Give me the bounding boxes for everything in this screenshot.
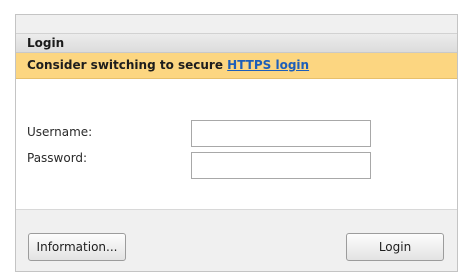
- password-field[interactable]: [191, 152, 371, 179]
- password-label: Password:: [27, 151, 88, 165]
- notice-text: Consider switching to secure: [27, 58, 223, 72]
- https-notice-banner: Consider switching to secure HTTPS login: [16, 53, 457, 79]
- username-field[interactable]: [191, 120, 371, 147]
- information-button[interactable]: Information...: [28, 233, 126, 261]
- login-panel: Login Consider switching to secure HTTPS…: [15, 14, 458, 272]
- panel-header: Login: [16, 33, 457, 53]
- https-login-link[interactable]: HTTPS login: [227, 58, 309, 72]
- https-notice: Consider switching to secure HTTPS login: [27, 58, 309, 72]
- username-label: Username:: [27, 125, 93, 139]
- login-button[interactable]: Login: [346, 233, 444, 261]
- panel-title: Login: [27, 36, 65, 50]
- login-form: Username: Password:: [16, 79, 457, 210]
